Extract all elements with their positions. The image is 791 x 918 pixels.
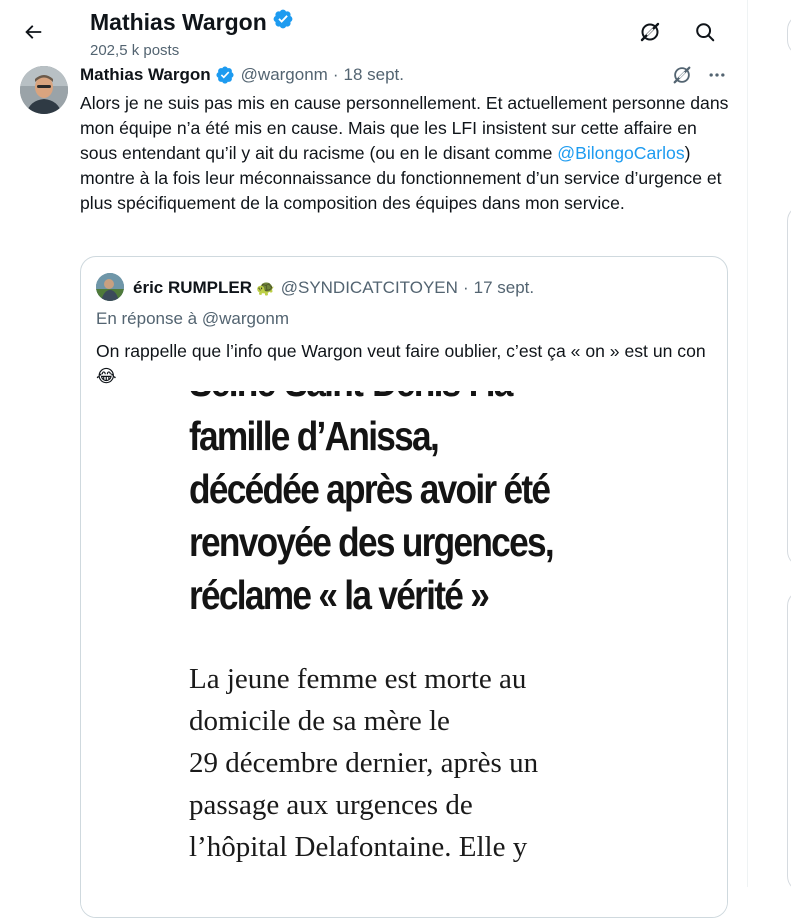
verified-badge-icon bbox=[215, 65, 235, 85]
grok-icon bbox=[638, 20, 662, 49]
tweet-text: Alors je ne suis pas mis en cause person… bbox=[80, 91, 730, 216]
headline-line: réclame « la vérité » bbox=[189, 572, 490, 618]
back-button[interactable] bbox=[16, 17, 50, 51]
header-post-count: 202,5 k posts bbox=[90, 42, 180, 59]
header-search-button[interactable] bbox=[688, 17, 722, 51]
quote-author-name: éric RUMPLER bbox=[133, 278, 253, 297]
article-line: 29 décembre dernier, après un bbox=[189, 747, 539, 779]
profile-header: Mathias Wargon 202,5 k posts bbox=[0, 0, 747, 62]
tweet-author-name[interactable]: Mathias Wargon bbox=[80, 65, 211, 85]
quote-text: On rappelle que l’info que Wargon veut f… bbox=[96, 341, 706, 386]
article-line: La jeune femme est morte au bbox=[189, 663, 527, 695]
mention-link[interactable]: @BilongoCarlos bbox=[557, 143, 684, 163]
header-name-text: Mathias Wargon bbox=[90, 8, 267, 35]
back-arrow-icon bbox=[22, 21, 44, 48]
sidebar-card-edge-2 bbox=[787, 590, 791, 892]
headline-line: famille d’Anissa, bbox=[189, 413, 440, 459]
tweet-separator: · bbox=[332, 65, 339, 84]
headline-line: renvoyée des urgences, bbox=[189, 519, 555, 565]
tweet-handle[interactable]: @wargonm bbox=[241, 65, 328, 85]
search-icon bbox=[694, 21, 716, 48]
column-divider bbox=[747, 0, 748, 887]
quote-attached-image[interactable]: Seine-Saint-Denis : la famille d’Anissa,… bbox=[81, 391, 727, 917]
verified-badge-icon bbox=[272, 8, 294, 36]
quote-separator: · bbox=[462, 278, 469, 297]
quote-handle: @SYNDICATCITOYEN bbox=[280, 278, 458, 297]
quote-header: éric RUMPLER 🐢 @SYNDICATCITOYEN · 17 sep… bbox=[133, 278, 534, 298]
tweet-date[interactable]: 18 sept. bbox=[344, 65, 405, 85]
tweet-grok-button[interactable] bbox=[667, 62, 697, 92]
quote-author-avatar[interactable] bbox=[96, 273, 124, 301]
article-line: passage aux urgences de bbox=[189, 789, 473, 821]
headline-line: Seine-Saint-Denis : la bbox=[189, 391, 513, 406]
sidebar-card-edge bbox=[787, 205, 791, 567]
quote-date: 17 sept. bbox=[473, 278, 535, 297]
article-line: l’hôpital Delafontaine. Elle y bbox=[189, 831, 528, 863]
headline-line: décédée après avoir été bbox=[189, 466, 551, 512]
article-line: domicile de sa mère le bbox=[189, 705, 450, 737]
quote-reply-context: En réponse à @wargonm bbox=[96, 309, 290, 328]
header-profile-name: Mathias Wargon bbox=[90, 8, 294, 36]
turtle-emoji: 🐢 bbox=[256, 280, 275, 297]
more-icon bbox=[707, 65, 727, 90]
sidebar-search-edge[interactable] bbox=[787, 14, 791, 56]
author-avatar[interactable] bbox=[20, 66, 68, 114]
grok-icon bbox=[671, 64, 693, 91]
tweet-more-button[interactable] bbox=[702, 62, 732, 92]
quoted-tweet-card[interactable]: éric RUMPLER 🐢 @SYNDICATCITOYEN · 17 sep… bbox=[80, 256, 728, 918]
header-grok-button[interactable] bbox=[633, 17, 667, 51]
tweet-header: Mathias Wargon @wargonm · 18 sept. bbox=[80, 65, 404, 85]
